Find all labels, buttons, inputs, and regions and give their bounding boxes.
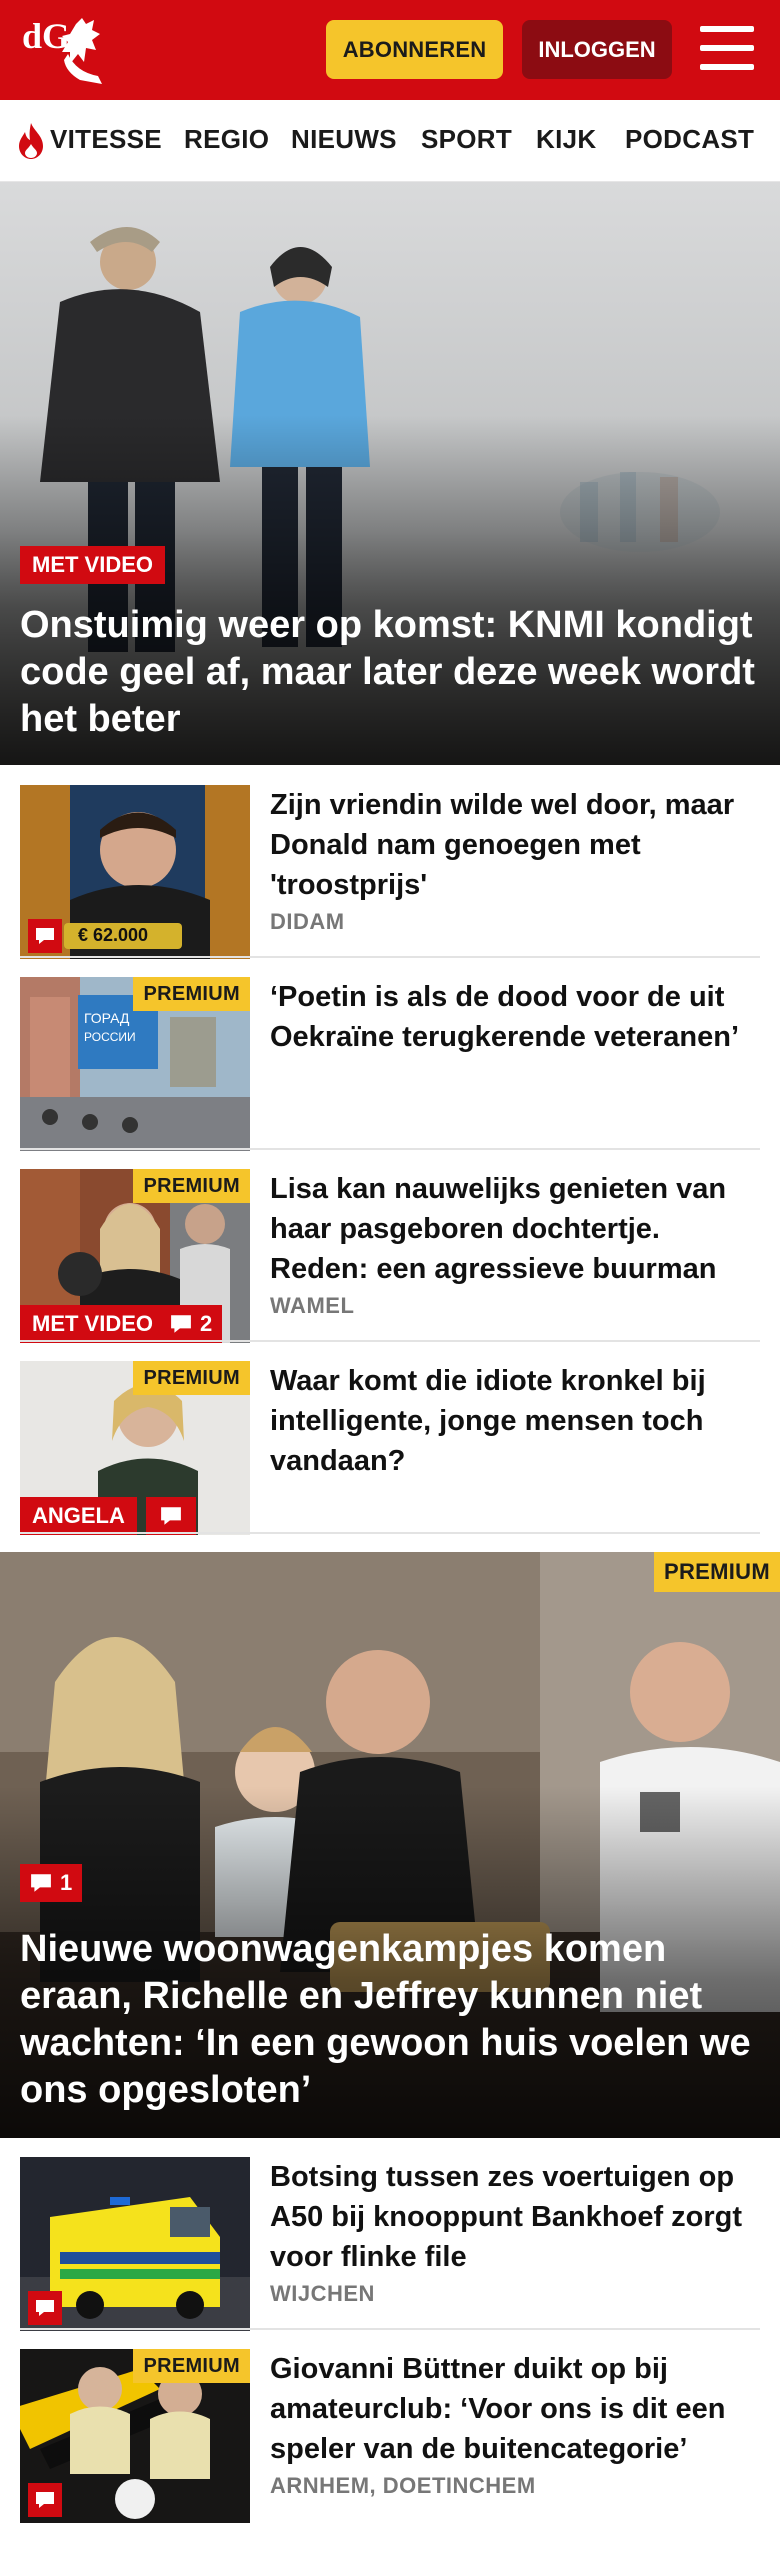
divider xyxy=(20,1532,760,1534)
comment-icon xyxy=(28,919,62,953)
divider xyxy=(20,956,760,958)
article-thumbnail: PREMIUM MET VIDEO 2 xyxy=(20,1169,250,1343)
comment-icon xyxy=(28,2291,62,2325)
article-item[interactable]: ГОРАД РОССИИ PREMIUM ‘Poetin is als de d… xyxy=(20,977,760,1151)
divider xyxy=(20,1148,760,1150)
nav-item-vitesse[interactable]: VITESSE xyxy=(50,124,162,155)
article-location: DIDAM xyxy=(270,909,345,934)
comment-count-badge: 1 xyxy=(20,1864,83,1902)
nav-item-sport[interactable]: SPORT xyxy=(421,124,512,155)
article-title[interactable]: Giovanni Büttner duikt op bij amateurclu… xyxy=(270,2349,760,2469)
author-label[interactable]: ANGELA xyxy=(20,1497,137,1535)
article-thumbnail: ГОРАД РОССИИ PREMIUM xyxy=(20,977,250,1151)
hero-article-weather[interactable]: MET VIDEO Onstuimig weer op komst: KNMI … xyxy=(0,182,780,765)
svg-text:ГОРАД: ГОРАД xyxy=(84,1010,130,1026)
article-title[interactable]: Botsing tussen zes voertuigen op A50 bij… xyxy=(270,2157,760,2277)
article-item[interactable]: Botsing tussen zes voertuigen op A50 bij… xyxy=(20,2157,760,2331)
hero-title[interactable]: Onstuimig weer op komst: KNMI kondigt co… xyxy=(20,602,760,743)
comment-count: 1 xyxy=(60,1870,73,1895)
nav-item-podcast[interactable]: PODCAST xyxy=(625,124,754,155)
nav-item-kijk[interactable]: KIJK xyxy=(536,124,596,155)
video-label: MET VIDEO xyxy=(20,1305,166,1343)
svg-text:РОССИИ: РОССИИ xyxy=(84,1030,136,1044)
dg-logo[interactable]: dG xyxy=(18,14,114,88)
article-thumbnail xyxy=(20,2157,250,2331)
article-title[interactable]: Waar komt die idiote kronkel bij intelli… xyxy=(270,1361,760,1481)
article-location: ARNHEM, DOETINCHEM xyxy=(270,2473,536,2498)
premium-badge: PREMIUM xyxy=(133,1361,250,1395)
comment-icon xyxy=(28,2483,62,2517)
main-nav: VITESSE REGIO NIEUWS SPORT KIJK PODCAST xyxy=(0,100,780,182)
comment-count: 2 xyxy=(200,1311,213,1336)
divider xyxy=(20,1340,760,1342)
comment-icon xyxy=(146,1497,196,1535)
article-item[interactable]: € 62.000 Zijn vriendin wilde wel door, m… xyxy=(20,785,760,959)
article-thumbnail: € 62.000 xyxy=(20,785,250,959)
top-header: dG ABONNEREN INLOGGEN xyxy=(0,0,780,100)
article-thumbnail: PREMIUM xyxy=(20,2349,250,2523)
menu-icon[interactable] xyxy=(700,26,754,70)
article-title[interactable]: Zijn vriendin wilde wel door, maar Donal… xyxy=(270,785,760,905)
nav-item-regio[interactable]: REGIO xyxy=(184,124,269,155)
prize-text: € 62.000 xyxy=(78,925,149,945)
premium-badge: PREMIUM xyxy=(654,1552,780,1592)
video-label: MET VIDEO xyxy=(20,546,166,584)
article-item[interactable]: PREMIUM MET VIDEO 2 Lisa kan nauwelijks … xyxy=(20,1169,760,1343)
hero-article-woonwagen[interactable]: PREMIUM 1 Nieuwe woonwagenkampjes komen … xyxy=(0,1552,780,2138)
comment-icon xyxy=(171,1315,191,1333)
hero-title[interactable]: Nieuwe woonwagenkampjes komen eraan, Ric… xyxy=(20,1926,760,2114)
article-thumbnail: PREMIUM ANGELA xyxy=(20,1361,250,1535)
article-title[interactable]: Lisa kan nauwelijks genieten van haar pa… xyxy=(270,1169,760,1289)
divider xyxy=(20,2328,760,2330)
comment-count-badge: 2 xyxy=(160,1305,223,1343)
comment-icon xyxy=(31,1874,51,1892)
nav-item-nieuws[interactable]: NIEUWS xyxy=(291,124,397,155)
article-item[interactable]: PREMIUM Giovanni Büttner duikt op bij am… xyxy=(20,2349,760,2523)
login-button[interactable]: INLOGGEN xyxy=(522,20,672,79)
premium-badge: PREMIUM xyxy=(133,2349,250,2383)
premium-badge: PREMIUM xyxy=(133,1169,250,1203)
article-location: WAMEL xyxy=(270,1293,355,1318)
article-title[interactable]: ‘Poetin is als de dood voor de uit Oekra… xyxy=(270,977,760,1057)
subscribe-button[interactable]: ABONNEREN xyxy=(326,20,503,79)
flame-icon xyxy=(19,123,43,159)
article-location: WIJCHEN xyxy=(270,2281,375,2306)
premium-badge: PREMIUM xyxy=(133,977,250,1011)
article-item[interactable]: PREMIUM ANGELA Waar komt die idiote kron… xyxy=(20,1361,760,1535)
